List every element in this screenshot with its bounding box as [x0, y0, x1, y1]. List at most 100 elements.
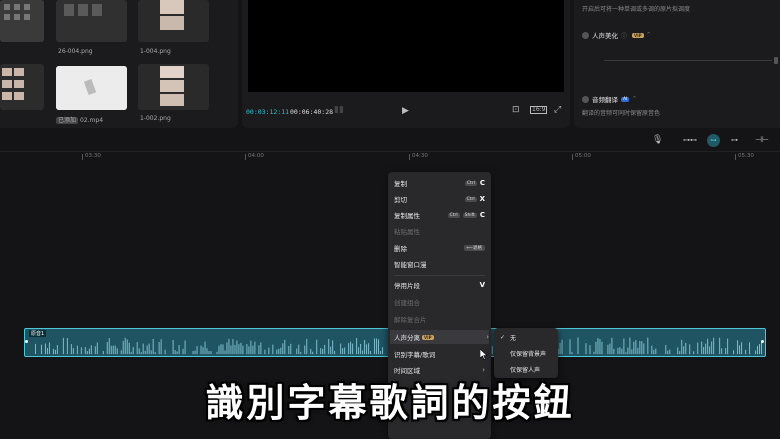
wave-bar — [310, 348, 312, 355]
wave-bar — [290, 343, 292, 355]
media-label-2: 1-004.png — [140, 48, 171, 55]
media-thumb-5[interactable] — [138, 64, 209, 110]
menu-paste-attr-label: 粘贴属性 — [394, 228, 420, 236]
wave-bar — [569, 339, 571, 355]
menu-item-disable-clip[interactable]: 停用片段 V — [394, 278, 485, 292]
ruler-tick — [82, 154, 83, 160]
wave-bar — [681, 339, 683, 355]
chevron-up-icon: ^ — [632, 96, 637, 102]
wave-bar — [370, 350, 372, 355]
translate-row[interactable]: 音频翻译 AI ^ — [582, 94, 637, 104]
wave-bar — [106, 342, 108, 355]
menu-item-voice-separation[interactable]: 人声分离 VIP › — [390, 330, 489, 344]
media-thumb-3[interactable] — [138, 0, 209, 42]
wave-bar — [228, 338, 230, 355]
play-icon[interactable]: ▶ — [402, 107, 409, 116]
menu-item-smart-window[interactable]: 智能窗口漫 — [394, 257, 485, 271]
wave-bar — [236, 340, 238, 355]
wave-bar — [210, 351, 212, 355]
video-caption: 識別字幕歌詞的按鈕 — [205, 381, 575, 425]
preview-panel: 00:03:12:11 00:06:40:28 ▮▮ ▶ ⊡ 16:9 ⤢ — [242, 0, 570, 128]
wave-bar — [601, 341, 603, 355]
fit-screen-icon[interactable]: ⊡ — [512, 106, 520, 115]
clip-left-handle-icon[interactable] — [25, 340, 28, 343]
menu-item-copy-attributes[interactable]: 复制属性 Ctrl Shift C — [394, 208, 485, 222]
image-icon — [160, 0, 184, 30]
media-thumb-1[interactable] — [0, 0, 44, 42]
ruler-label: 05:00 — [575, 153, 591, 159]
chevron-right-icon: › — [486, 333, 489, 341]
checkmark-icon: ✓ — [500, 333, 506, 341]
menu-item-delete[interactable]: 删除 ⟵退格 — [394, 241, 485, 255]
menu-voice-sep-label: 人声分离 — [394, 334, 420, 342]
wave-bar — [216, 351, 218, 355]
split-preview-icon[interactable]: ⊣⊢ — [755, 136, 769, 144]
wave-bar — [609, 343, 611, 355]
wave-bar — [571, 352, 573, 355]
shortcut: Ctrl Shift C — [447, 211, 485, 219]
video-screen[interactable] — [248, 0, 564, 92]
menu-copy-attr-label: 复制属性 — [394, 212, 420, 220]
microphone-icon[interactable]: 🎙︎ — [652, 136, 663, 145]
clip-right-handle-icon[interactable] — [761, 340, 764, 343]
link-icon[interactable]: ⊶⊷ — [683, 137, 697, 144]
media-thumb-video[interactable] — [56, 66, 127, 110]
menu-disable-label: 停用片段 — [394, 282, 420, 290]
wave-bar — [745, 349, 747, 355]
track-label: 原音1 — [29, 330, 47, 337]
media-label-3: 已添加 02.mp4 — [56, 115, 103, 124]
submenu-item-keep-background[interactable]: 仅保留背景声 — [500, 346, 554, 360]
ruler-tick — [409, 154, 410, 160]
wave-bar — [595, 341, 597, 355]
wave-bar — [202, 347, 204, 355]
added-badge: 已添加 — [56, 117, 79, 124]
wave-bar — [116, 348, 118, 355]
wave-bar — [757, 345, 759, 355]
kbd-key: C — [479, 211, 485, 219]
media-thumb-4[interactable] — [0, 64, 44, 110]
menu-item-cut[interactable]: 剪切 Ctrl X — [394, 192, 485, 206]
wave-bar — [72, 348, 74, 355]
fullscreen-icon[interactable]: ⤢ — [554, 106, 561, 115]
wave-bar — [176, 351, 178, 355]
vip-badge: VIP — [422, 334, 434, 340]
voice-beauty-toggle[interactable] — [582, 31, 589, 39]
voice-beauty-slider[interactable] — [604, 60, 772, 61]
wave-bar — [44, 343, 46, 355]
menu-item-copy[interactable]: 复制 Ctrl C — [394, 176, 485, 190]
wave-bar — [86, 351, 88, 355]
chevron-up-icon: ^ — [646, 32, 651, 38]
wave-bar — [204, 341, 206, 355]
menu-item-recognize-subtitles[interactable]: 识别字幕/歌词› — [394, 347, 485, 361]
wave-bar — [727, 338, 729, 355]
wave-bar — [206, 348, 208, 355]
wave-bar — [561, 339, 563, 355]
voice-beauty-row[interactable]: 人声美化 ⓘ VIP ^ — [582, 30, 651, 40]
wave-bar — [577, 337, 579, 355]
menu-create-group-label: 创建组合 — [394, 299, 420, 307]
translate-hint-text: 翻译的音频可同时保留原音色 — [582, 110, 661, 117]
image-icon — [0, 0, 44, 42]
media-thumb-2[interactable] — [56, 0, 127, 42]
wave-bar — [701, 341, 703, 355]
wave-bar — [382, 347, 384, 355]
wave-bar — [306, 338, 308, 355]
main-track-icon[interactable]: ⊶ — [707, 134, 720, 147]
wave-bar — [689, 344, 691, 355]
slider-handle-icon[interactable] — [774, 57, 778, 64]
wave-bar — [589, 345, 591, 355]
wave-bar — [597, 338, 599, 355]
ratio-button[interactable]: 16:9 — [530, 106, 548, 114]
wave-bar — [120, 350, 122, 355]
translate-toggle[interactable] — [582, 95, 589, 103]
snap-icon[interactable]: ⊶ — [731, 137, 738, 144]
wave-bar — [332, 340, 334, 355]
wave-bar — [250, 340, 252, 355]
wave-bar — [665, 344, 667, 355]
wave-bar — [719, 337, 721, 355]
submenu-item-none[interactable]: ✓ 无 — [500, 330, 554, 344]
wave-bar — [637, 347, 639, 355]
wave-bar — [739, 345, 741, 355]
timeline-ruler[interactable]: 03:30 04:00 04:30 05:00 05:30 — [0, 152, 780, 164]
properties-panel: 开启后可将一种单调或多调的原片拟调度 人声美化 ⓘ VIP ^ 音频翻译 AI … — [574, 0, 780, 128]
